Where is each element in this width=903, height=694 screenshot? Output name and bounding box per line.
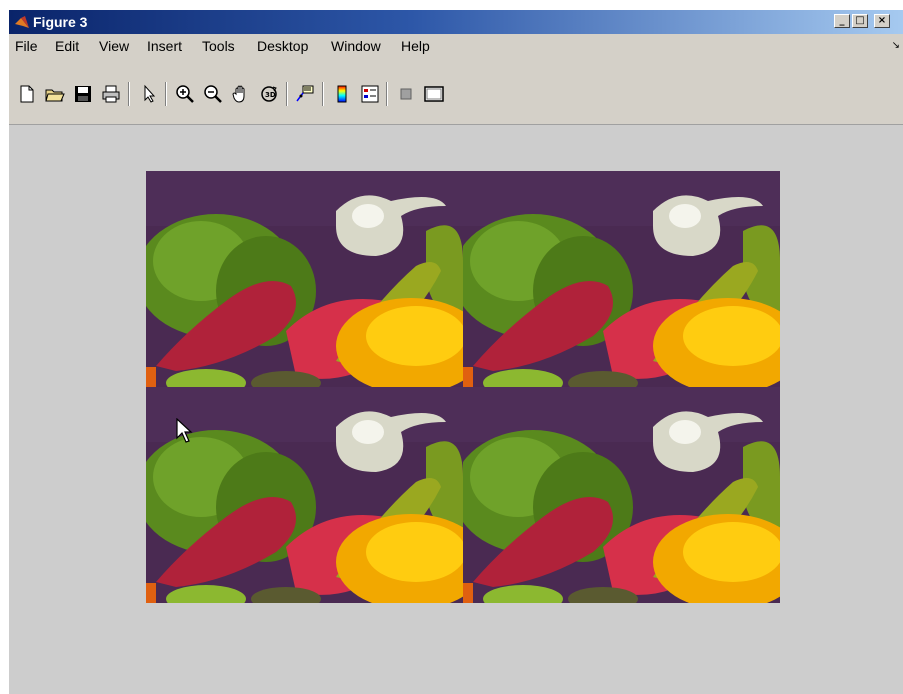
figure-canvas[interactable] xyxy=(9,125,903,694)
close-button[interactable]: × xyxy=(874,14,890,28)
figure-window: Figure 3 _ □ × File Edit View Insert Too… xyxy=(8,10,903,694)
menu-desktop[interactable]: Desktop xyxy=(257,38,308,54)
legend-icon[interactable] xyxy=(359,83,381,105)
edit-plot-icon[interactable] xyxy=(138,83,160,105)
menu-file[interactable]: File xyxy=(15,38,38,54)
zoom-out-icon[interactable] xyxy=(202,83,224,105)
figure-toolbar: 3D xyxy=(9,58,903,125)
image-montage xyxy=(146,171,780,604)
maximize-button[interactable]: □ xyxy=(852,14,868,28)
open-file-icon[interactable] xyxy=(44,83,66,105)
toolbar-separator xyxy=(386,82,388,106)
toolbar-separator xyxy=(128,82,130,106)
toolbar-separator xyxy=(286,82,288,106)
data-cursor-icon[interactable] xyxy=(294,83,316,105)
svg-text:3D: 3D xyxy=(265,91,276,99)
hide-plot-tools-icon[interactable] xyxy=(395,83,417,105)
colorbar-icon[interactable] xyxy=(331,83,353,105)
window-title: Figure 3 xyxy=(33,14,88,30)
menu-insert[interactable]: Insert xyxy=(147,38,182,54)
menu-help[interactable]: Help xyxy=(401,38,430,54)
peppers-image-tile xyxy=(463,171,780,387)
chevron-arrow-icon[interactable]: ↘ xyxy=(892,40,900,51)
menu-tools[interactable]: Tools xyxy=(202,38,235,54)
toolbar-separator xyxy=(322,82,324,106)
toolbar-separator xyxy=(165,82,167,106)
peppers-image-tile xyxy=(463,387,780,603)
menu-window[interactable]: Window xyxy=(331,38,381,54)
menu-bar: File Edit View Insert Tools Desktop Wind… xyxy=(9,34,903,58)
new-figure-icon[interactable] xyxy=(16,83,38,105)
show-plot-tools-icon[interactable] xyxy=(423,83,445,105)
pan-hand-icon[interactable] xyxy=(230,83,252,105)
save-icon[interactable] xyxy=(72,83,94,105)
matlab-logo-icon xyxy=(15,16,29,28)
menu-edit[interactable]: Edit xyxy=(55,38,79,54)
rotate-3d-icon[interactable]: 3D xyxy=(258,83,280,105)
print-icon[interactable] xyxy=(100,83,122,105)
title-bar[interactable]: Figure 3 _ □ × xyxy=(9,10,903,34)
peppers-image-tile xyxy=(146,171,463,387)
menu-view[interactable]: View xyxy=(99,38,129,54)
mouse-pointer-icon xyxy=(176,418,193,443)
zoom-in-icon[interactable] xyxy=(174,83,196,105)
minimize-button[interactable]: _ xyxy=(834,14,850,28)
